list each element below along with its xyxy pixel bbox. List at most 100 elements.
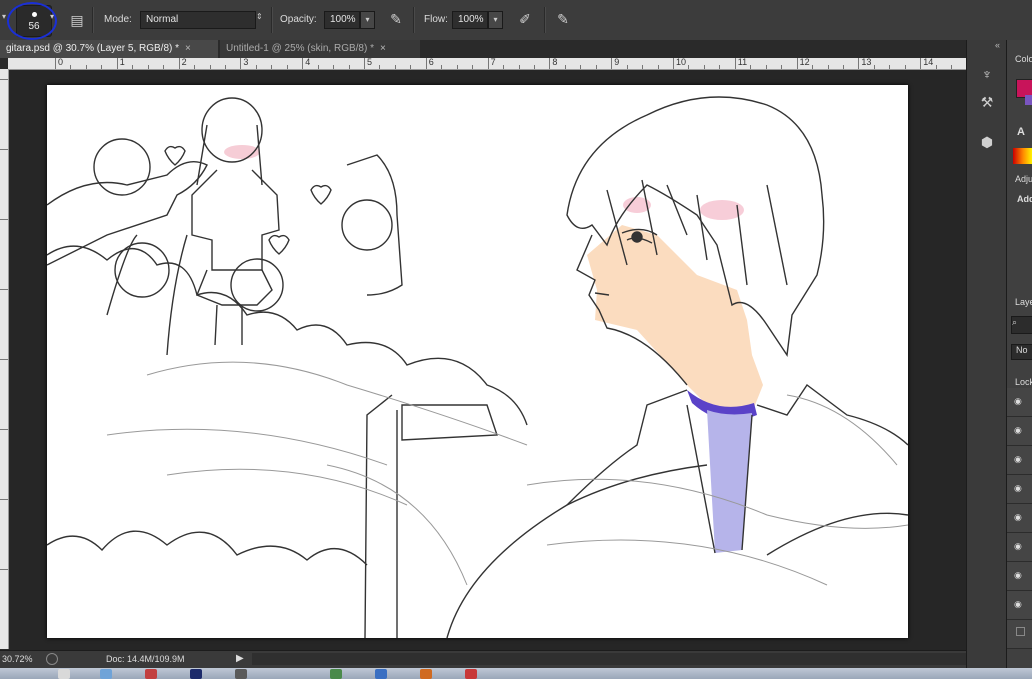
brush-picker-arrow-icon[interactable]: ▾ bbox=[50, 12, 54, 21]
ruler-number: 6 bbox=[428, 58, 434, 67]
ruler-minor-tick bbox=[935, 65, 937, 69]
brush-panel-toggle-icon[interactable]: ▤ bbox=[67, 10, 87, 30]
horizontal-ruler: 0 1 2 3 4 5 6 7 8 9 10 11 12 13 14 bbox=[8, 58, 966, 70]
tool-preset-arrow-icon[interactable]: ▾ bbox=[2, 12, 6, 21]
taskbar-app-icon[interactable] bbox=[235, 669, 247, 679]
flow-input[interactable]: 100% bbox=[452, 11, 488, 29]
ruler-minor-tick bbox=[456, 65, 458, 69]
ruler-tick bbox=[55, 58, 56, 69]
horizontal-scrollbar[interactable] bbox=[252, 653, 966, 665]
ruler-tick bbox=[116, 58, 118, 69]
ruler-minor-tick bbox=[503, 65, 505, 69]
color-spectrum[interactable] bbox=[1013, 148, 1032, 164]
adjustments-panel-tab[interactable]: Adju bbox=[1015, 174, 1032, 184]
opacity-dropdown-arrow-icon[interactable]: ▾ bbox=[360, 11, 375, 29]
brush-presets-icon[interactable]: ♆ bbox=[977, 64, 997, 84]
ruler-minor-tick bbox=[255, 65, 257, 69]
status-menu-arrow-icon[interactable]: ▶ bbox=[236, 653, 244, 664]
ruler-minor-tick bbox=[286, 65, 288, 69]
ruler-minor-tick bbox=[317, 65, 319, 69]
ruler-minor-tick bbox=[904, 65, 906, 69]
color-panel-tab[interactable]: Colo bbox=[1015, 54, 1032, 64]
heart-icon bbox=[164, 145, 186, 166]
close-icon[interactable]: × bbox=[185, 43, 191, 54]
eye-icon[interactable]: ◉ bbox=[1014, 454, 1028, 464]
ruler-minor-tick bbox=[147, 65, 149, 69]
adjustments-add-label: Add bbox=[1017, 194, 1032, 204]
taskbar-app-icon[interactable] bbox=[330, 669, 342, 679]
ruler-tick bbox=[0, 429, 8, 430]
document-canvas[interactable] bbox=[47, 85, 908, 638]
divider bbox=[544, 7, 546, 33]
taskbar-app-icon[interactable] bbox=[420, 669, 432, 679]
taskbar-app-icon[interactable] bbox=[145, 669, 157, 679]
opacity-input[interactable]: 100% bbox=[324, 11, 360, 29]
eye-icon[interactable]: ◉ bbox=[1014, 541, 1028, 551]
background-color-swatch[interactable] bbox=[1025, 95, 1032, 105]
layers-panel-tab[interactable]: Laye bbox=[1015, 297, 1032, 307]
canvas-area[interactable] bbox=[9, 70, 966, 650]
ruler-minor-tick bbox=[518, 65, 520, 69]
ruler-minor-tick bbox=[132, 65, 134, 69]
eye-icon[interactable]: ◉ bbox=[1014, 425, 1028, 435]
export-icon[interactable] bbox=[46, 653, 58, 665]
tab-gitara[interactable]: gitara.psd @ 30.7% (Layer 5, RGB/8) * × bbox=[0, 40, 218, 58]
ruler-tick bbox=[364, 58, 365, 69]
ruler-tick bbox=[920, 58, 922, 69]
layer-visibility-empty[interactable] bbox=[1016, 627, 1025, 636]
ruler-number: 1 bbox=[119, 58, 125, 67]
shirt-body bbox=[446, 464, 908, 638]
collapse-icon[interactable]: « bbox=[995, 40, 1000, 50]
mode-select-arrow-icon[interactable]: ⇕ bbox=[256, 12, 263, 21]
layer-filter-search-icon[interactable]: ⌕ bbox=[1011, 316, 1032, 334]
pressure-size-icon[interactable]: ✎ bbox=[553, 9, 573, 29]
taskbar-app-icon[interactable] bbox=[58, 669, 70, 679]
tool-presets-icon[interactable]: ⚒ bbox=[977, 92, 997, 112]
arm-lines bbox=[106, 234, 188, 356]
chair-outline bbox=[364, 394, 498, 638]
3d-cube-icon[interactable]: ⬢ bbox=[977, 132, 997, 152]
ruler-minor-tick bbox=[101, 65, 103, 69]
vertical-ruler bbox=[0, 69, 9, 649]
ruler-minor-tick bbox=[564, 65, 566, 69]
eye-icon[interactable]: ◉ bbox=[1014, 396, 1028, 406]
pressure-opacity-icon[interactable]: ✎ bbox=[386, 9, 406, 29]
ruler-minor-tick bbox=[70, 65, 72, 69]
zoom-level[interactable]: 30.72% bbox=[2, 654, 33, 664]
ruler-number: 0 bbox=[58, 58, 64, 67]
ruler-minor-tick bbox=[657, 65, 659, 69]
eye-icon[interactable]: ◉ bbox=[1014, 483, 1028, 493]
mode-label: Mode: bbox=[104, 14, 132, 25]
taskbar-app-icon[interactable] bbox=[375, 669, 387, 679]
ruler-tick bbox=[858, 58, 860, 69]
airbrush-icon[interactable]: ✐ bbox=[515, 9, 535, 29]
doc-size: Doc: 14.4M/109.9M bbox=[106, 654, 185, 664]
ruler-minor-tick bbox=[688, 65, 690, 69]
ruler-tick bbox=[425, 58, 427, 69]
hand-right-fingers bbox=[346, 154, 403, 296]
lock-label: Lock bbox=[1015, 377, 1032, 387]
annotation-circle bbox=[7, 2, 57, 40]
ruler-minor-tick bbox=[812, 65, 814, 69]
layer-blend-mode-select[interactable]: No bbox=[1011, 344, 1032, 360]
eye-icon[interactable]: ◉ bbox=[1014, 570, 1028, 580]
ruler-minor-tick bbox=[394, 65, 396, 69]
tab-untitled-1[interactable]: Untitled-1 @ 25% (skin, RGB/8) * × bbox=[220, 40, 420, 58]
ruler-tick bbox=[0, 219, 8, 220]
close-icon[interactable]: × bbox=[380, 43, 386, 54]
ruler-tick bbox=[0, 149, 8, 150]
ruler-number: 9 bbox=[614, 58, 620, 67]
ruler-tick bbox=[0, 359, 8, 360]
ruler-minor-tick bbox=[595, 65, 597, 69]
flow-dropdown-arrow-icon[interactable]: ▾ bbox=[488, 11, 503, 29]
taskbar-app-icon[interactable] bbox=[100, 669, 112, 679]
mode-select[interactable]: Normal bbox=[140, 11, 256, 29]
ruler-number: 12 bbox=[799, 58, 810, 67]
ruler-minor-tick bbox=[842, 65, 844, 69]
taskbar-photoshop-icon[interactable] bbox=[190, 669, 202, 679]
taskbar-app-icon[interactable] bbox=[465, 669, 477, 679]
eye-icon[interactable]: ◉ bbox=[1014, 599, 1028, 609]
ruler-minor-tick bbox=[533, 65, 535, 69]
girl-legs bbox=[214, 304, 243, 346]
eye-icon[interactable]: ◉ bbox=[1014, 512, 1028, 522]
